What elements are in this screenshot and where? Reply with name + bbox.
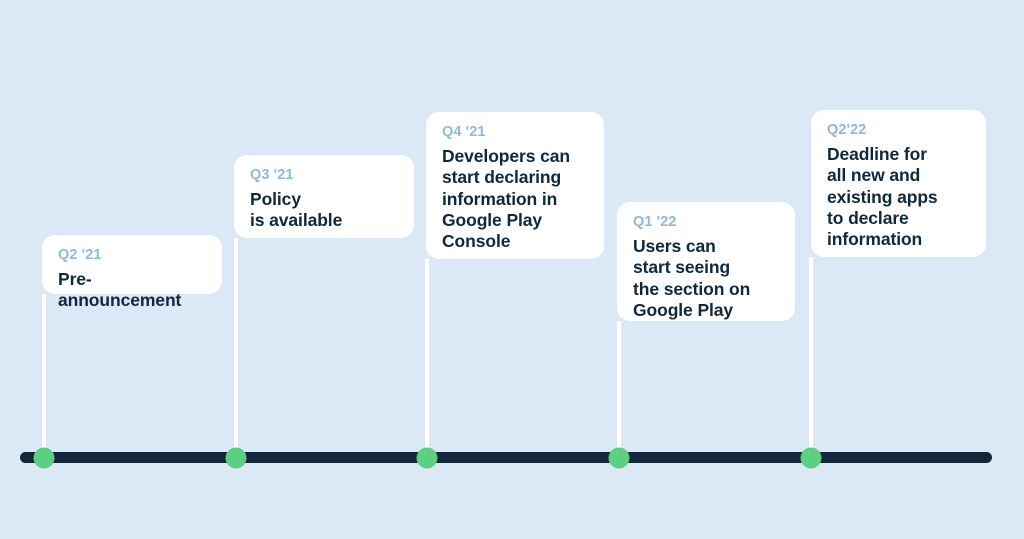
stem-2 — [234, 238, 238, 458]
milestone-quarter-label: Q2 '21 — [58, 247, 102, 263]
milestone-quarter-label: Q2'22 — [827, 122, 867, 138]
stem-4 — [617, 321, 621, 458]
timeline-axis — [20, 452, 992, 463]
milestone-card-2: Q3 '21 Policy is available — [234, 155, 414, 238]
timeline-node-3 — [416, 447, 438, 469]
stem-1 — [42, 294, 46, 458]
stem-5 — [809, 257, 813, 458]
milestone-title: Pre-announcement — [58, 268, 182, 311]
milestone-quarter-label: Q3 '21 — [250, 167, 294, 183]
milestone-card-3: Q4 '21 Developers can start declaring in… — [426, 112, 604, 259]
milestone-quarter-label: Q1 '22 — [633, 214, 677, 230]
milestone-card-5: Q2'22 Deadline for all new and existing … — [811, 110, 986, 257]
milestone-title: Developers can start declaring informati… — [442, 145, 570, 252]
milestone-title: Policy is available — [250, 188, 343, 231]
milestone-title: Deadline for all new and existing apps t… — [827, 143, 938, 250]
milestone-card-1: Q2 '21 Pre-announcement — [42, 235, 222, 310]
timeline-diagram: Q2 '21 Pre-announcement Q3 '21 Policy is… — [0, 0, 1024, 539]
milestone-card-4: Q1 '22 Users can start seeing the sectio… — [617, 202, 795, 321]
milestone-quarter-label: Q4 '21 — [442, 124, 486, 140]
timeline-node-1 — [33, 447, 55, 469]
timeline-node-2 — [225, 447, 247, 469]
milestone-title: Users can start seeing the section on Go… — [633, 235, 751, 320]
timeline-node-4 — [608, 447, 630, 469]
timeline-node-5 — [800, 447, 822, 469]
stem-3 — [425, 259, 429, 458]
